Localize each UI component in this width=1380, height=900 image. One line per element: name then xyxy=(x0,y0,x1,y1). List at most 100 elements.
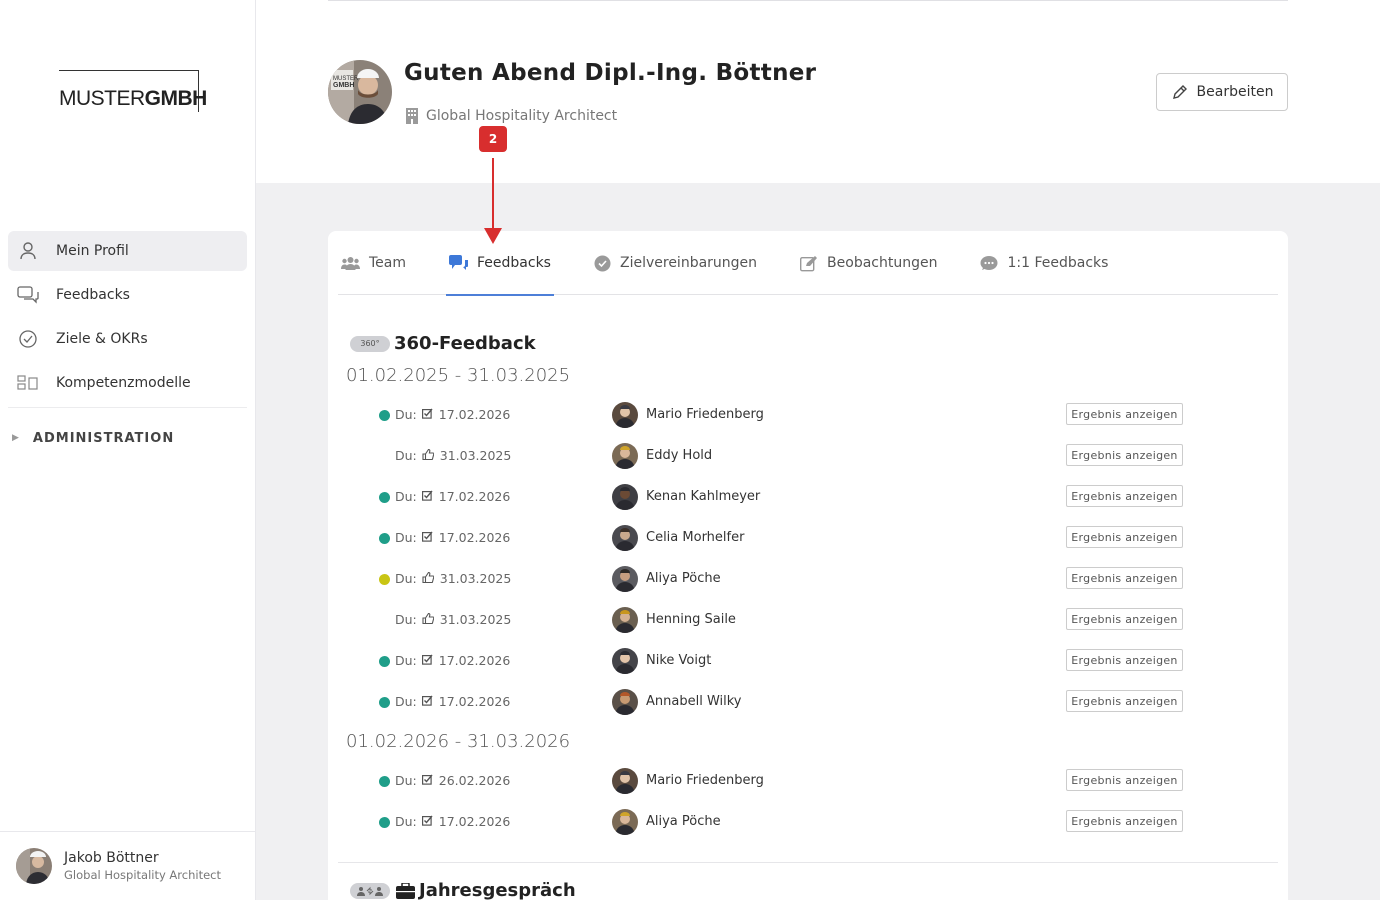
avatar xyxy=(612,768,638,794)
user-name: Jakob Böttner xyxy=(64,850,159,866)
person-name[interactable]: Nike Voigt xyxy=(646,653,711,668)
feedback-row: Du: 31.03.2025 Eddy Hold Ergebnis anzeigen xyxy=(328,441,1288,471)
svg-text:GMBH: GMBH xyxy=(333,82,354,89)
date: 17.02.2026 xyxy=(438,407,511,422)
sidebar-item-mein-profil[interactable]: Mein Profil xyxy=(8,231,247,271)
own-status: Du: 17.02.2026 xyxy=(395,407,510,422)
person-name[interactable]: Eddy Hold xyxy=(646,448,712,463)
edit-button-label: Bearbeiten xyxy=(1196,84,1274,100)
show-result-button[interactable]: Ergebnis anzeigen xyxy=(1066,649,1183,671)
date: 26.02.2026 xyxy=(438,773,511,788)
section-title-text: Jahresgespräch xyxy=(419,880,576,900)
person-name[interactable]: Mario Friedenberg xyxy=(646,773,764,788)
feedback-row: Du: 17.02.2026 Nike Voigt Ergebnis anzeigen xyxy=(328,646,1288,676)
feedback-row: Du: 26.02.2026 Mario Friedenberg Ergebnis a… xyxy=(328,766,1288,796)
feedback-row: Du: 17.02.2026 Mario Friedenberg Ergebnis a… xyxy=(328,400,1288,430)
header-divider xyxy=(328,0,1288,1)
tab-label: 1:1 Feedbacks xyxy=(1007,255,1109,271)
tab-label: Zielvereinbarungen xyxy=(619,255,758,271)
show-result-button[interactable]: Ergebnis anzeigen xyxy=(1066,403,1183,425)
briefcase-icon xyxy=(396,882,415,899)
du-label: Du: xyxy=(395,530,417,545)
avatar xyxy=(612,402,638,428)
tab-1-1-feedbacks[interactable]: 1:1 Feedbacks xyxy=(977,231,1111,295)
date: 31.03.2025 xyxy=(439,571,512,586)
person-name[interactable]: Henning Saile xyxy=(646,612,736,627)
du-label: Du: xyxy=(395,489,417,504)
tab-zielvereinbarungen[interactable]: Zielvereinbarungen xyxy=(591,231,760,295)
du-label: Du: xyxy=(395,653,417,668)
show-result-button[interactable]: Ergebnis anzeigen xyxy=(1066,444,1183,466)
period-range: 01.02.2025 - 31.03.2025 xyxy=(346,365,571,386)
own-status: Du: 17.02.2026 xyxy=(395,489,510,504)
own-status: Du: 31.03.2025 xyxy=(395,612,511,627)
own-status: Du: 17.02.2026 xyxy=(395,530,510,545)
person-name[interactable]: Kenan Kahlmeyer xyxy=(646,489,760,504)
person-name[interactable]: Aliya Pöche xyxy=(646,571,721,586)
show-result-button[interactable]: Ergebnis anzeigen xyxy=(1066,608,1183,630)
person-name[interactable]: Aliya Pöche xyxy=(646,814,721,829)
caret-right-icon: ▶ xyxy=(12,433,19,443)
du-label: Du: xyxy=(395,694,417,709)
job-title: Global Hospitality Architect xyxy=(406,108,617,124)
sidebar-item-label: Kompetenzmodelle xyxy=(56,375,191,391)
tab-beobachtungen[interactable]: Beobachtungen xyxy=(797,231,940,295)
annotation-arrow xyxy=(492,158,494,230)
sidebar-item-label: Feedbacks xyxy=(56,287,130,303)
people-exchange-icon xyxy=(350,882,390,899)
check-circle-icon xyxy=(16,327,40,351)
show-result-button[interactable]: Ergebnis anzeigen xyxy=(1066,690,1183,712)
tab-label: Beobachtungen xyxy=(827,255,938,271)
avatar xyxy=(612,809,638,835)
content-card: Team Feedbacks Zielvereinbarungen Beobac… xyxy=(328,231,1288,900)
person-name[interactable]: Annabell Wilky xyxy=(646,694,742,709)
sidebar-item-feedbacks[interactable]: Feedbacks xyxy=(8,275,247,315)
pencil-icon xyxy=(1171,84,1188,101)
checkbox-icon xyxy=(421,408,433,422)
feedback-row: Du: 17.02.2026 Annabell Wilky Ergebnis anze… xyxy=(328,687,1288,717)
thumb-icon xyxy=(422,571,435,586)
du-label: Du: xyxy=(395,814,417,829)
status-dot xyxy=(379,574,390,585)
show-result-button[interactable]: Ergebnis anzeigen xyxy=(1066,567,1183,589)
current-user[interactable]: Jakob Böttner Global Hospitality Archite… xyxy=(0,831,256,900)
status-dot xyxy=(379,410,390,421)
avatar xyxy=(612,525,638,551)
du-label: Du: xyxy=(395,448,417,463)
company-logo[interactable]: MUSTERGMBH xyxy=(59,70,207,112)
status-dot xyxy=(379,533,390,544)
person-name[interactable]: Mario Friedenberg xyxy=(646,407,764,422)
show-result-button[interactable]: Ergebnis anzeigen xyxy=(1066,810,1183,832)
tab-label: Team xyxy=(369,255,407,271)
team-icon xyxy=(341,256,360,271)
own-status: Du: 31.03.2025 xyxy=(395,571,511,586)
grid-icon xyxy=(16,371,40,395)
feedback-row: Du: 17.02.2026 Kenan Kahlmeyer Ergebnis anz… xyxy=(328,482,1288,512)
avatar xyxy=(612,484,638,510)
show-result-button[interactable]: Ergebnis anzeigen xyxy=(1066,485,1183,507)
check-circle-icon xyxy=(594,255,611,272)
date: 17.02.2026 xyxy=(438,489,511,504)
date: 17.02.2026 xyxy=(438,694,511,709)
du-label: Du: xyxy=(395,773,417,788)
sidebar-nav: Mein Profil Feedbacks Ziele & OKRs Kompe… xyxy=(8,231,247,468)
show-result-button[interactable]: Ergebnis anzeigen xyxy=(1066,769,1183,791)
feedback-row: Du: 17.02.2026 Aliya Pöche Ergebnis anzeige… xyxy=(328,807,1288,837)
logo-text-right: GMBH xyxy=(144,87,208,110)
show-result-button[interactable]: Ergebnis anzeigen xyxy=(1066,526,1183,548)
sidebar-item-kompetenzmodelle[interactable]: Kompetenzmodelle xyxy=(8,363,247,403)
tab-team[interactable]: Team xyxy=(338,231,409,295)
date: 17.02.2026 xyxy=(438,814,511,829)
sidebar-item-ziele-okrs[interactable]: Ziele & OKRs xyxy=(8,319,247,359)
sidebar-item-administration[interactable]: ▶ ADMINISTRATION xyxy=(8,408,247,468)
avatar xyxy=(612,607,638,633)
edit-profile-button[interactable]: Bearbeiten xyxy=(1156,73,1288,111)
status-dot xyxy=(379,697,390,708)
avatar xyxy=(612,566,638,592)
user-icon xyxy=(16,239,40,263)
date: 17.02.2026 xyxy=(438,530,511,545)
tab-bar: Team Feedbacks Zielvereinbarungen Beobac… xyxy=(338,231,1278,296)
sidebar: MUSTERGMBH Mein Profil Feedbacks Ziele &… xyxy=(0,0,256,900)
person-name[interactable]: Celia Morhelfer xyxy=(646,530,744,545)
profile-avatar: MUSTER GMBH xyxy=(328,60,392,124)
